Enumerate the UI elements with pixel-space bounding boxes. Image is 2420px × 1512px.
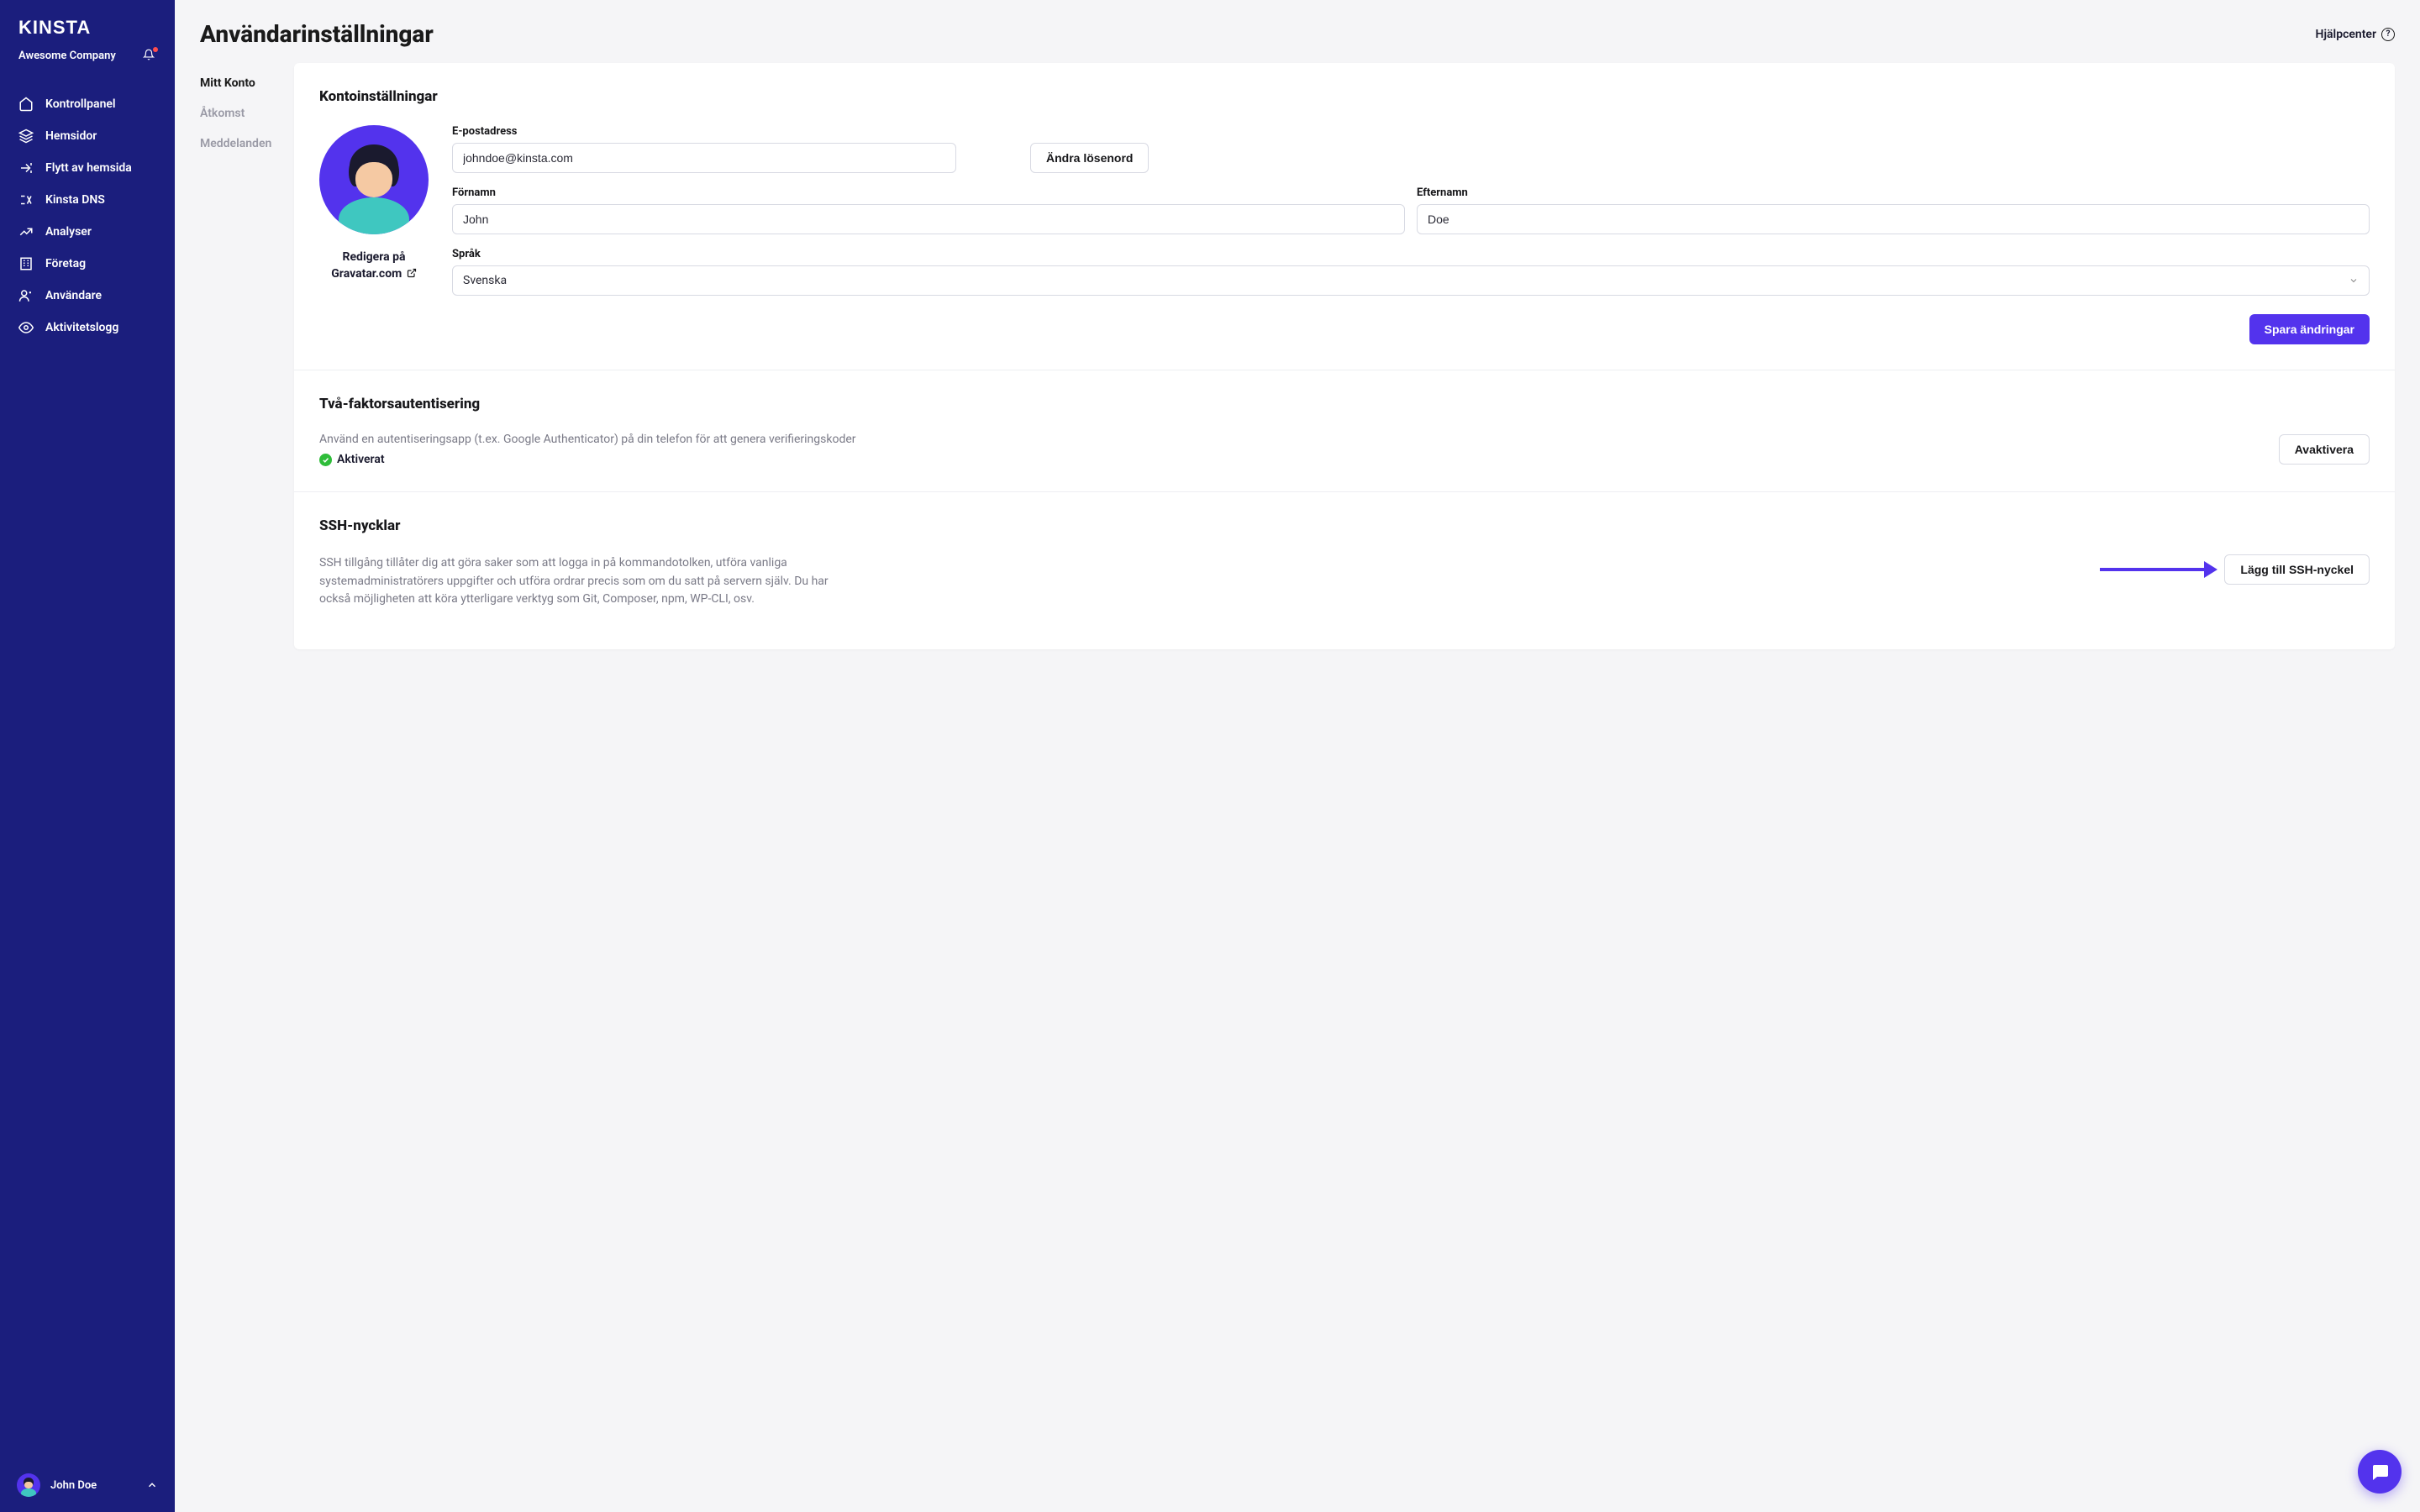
account-section: Kontoinställningar Redigera på	[294, 63, 2395, 370]
chevron-up-icon	[146, 1479, 158, 1491]
sidebar-item-label: Kontrollpanel	[45, 97, 116, 111]
brand-text: KINSTA	[18, 17, 91, 39]
notification-dot-icon	[153, 47, 158, 52]
account-section-title: Kontoinställningar	[319, 88, 2370, 105]
sidebar-nav: Kontrollpanel Hemsidor Flytt av hemsida …	[0, 89, 175, 343]
users-icon	[18, 288, 34, 303]
footer-username: John Doe	[50, 1479, 136, 1492]
subnav-atkomst[interactable]: Åtkomst	[200, 98, 294, 129]
sidebar-item-label: Aktivitetslogg	[45, 321, 118, 334]
lastname-input[interactable]	[1417, 204, 2370, 234]
sidebar-item-flytt[interactable]: Flytt av hemsida	[0, 153, 175, 183]
sidebar-user-footer[interactable]: John Doe	[0, 1462, 175, 1512]
helpcenter-label: Hjälpcenter	[2316, 28, 2376, 41]
lastname-label: Efternamn	[1417, 186, 2370, 199]
analytics-icon	[18, 224, 34, 239]
gravatar-line2: Gravatar.com	[331, 267, 402, 281]
company-name: Awesome Company	[18, 50, 116, 62]
twofa-section-title: Två-faktorsautentisering	[319, 396, 2370, 412]
topbar: Användarinställningar Hjälpcenter ?	[175, 0, 2420, 63]
page-title: Användarinställningar	[200, 20, 434, 48]
ssh-section-title: SSH-nycklar	[319, 517, 2370, 534]
user-avatar-large	[319, 125, 429, 234]
home-icon	[18, 97, 34, 112]
subnav-mitt-konto[interactable]: Mitt Konto	[200, 68, 294, 98]
sidebar-item-dns[interactable]: Kinsta DNS	[0, 185, 175, 215]
sidebar-item-label: Analyser	[45, 225, 92, 239]
main-content: Användarinställningar Hjälpcenter ? Mitt…	[175, 0, 2420, 1512]
migrate-icon	[18, 160, 34, 176]
help-icon: ?	[2381, 28, 2395, 41]
ssh-section: SSH-nycklar SSH tillgång tillåter dig at…	[294, 491, 2395, 649]
email-input[interactable]	[452, 143, 956, 173]
sidebar-item-aktivitetslogg[interactable]: Aktivitetslogg	[0, 312, 175, 343]
brand-logo[interactable]: KINSTA	[18, 17, 156, 39]
deactivate-2fa-button[interactable]: Avaktivera	[2279, 434, 2370, 465]
sidebar-item-foretag[interactable]: Företag	[0, 249, 175, 279]
sidebar-item-kontrollpanel[interactable]: Kontrollpanel	[0, 89, 175, 119]
twofa-status-label: Aktiverat	[337, 453, 385, 466]
layers-icon	[18, 129, 34, 144]
sidebar-item-label: Användare	[45, 289, 102, 302]
helpcenter-link[interactable]: Hjälpcenter ?	[2316, 28, 2395, 41]
company-icon	[18, 256, 34, 271]
change-password-button[interactable]: Ändra lösenord	[1030, 143, 1149, 173]
settings-panel: Kontoinställningar Redigera på	[294, 63, 2395, 649]
chevron-down-icon	[2349, 276, 2359, 286]
sidebar: KINSTA Awesome Company Kontrollpanel Hem…	[0, 0, 175, 1512]
sidebar-item-label: Hemsidor	[45, 129, 97, 143]
dns-icon	[18, 192, 34, 207]
firstname-label: Förnamn	[452, 186, 1405, 199]
notifications-bell[interactable]	[143, 49, 156, 62]
eye-icon	[18, 320, 34, 335]
sidebar-item-hemsidor[interactable]: Hemsidor	[0, 121, 175, 151]
user-avatar-small	[17, 1473, 40, 1497]
external-link-icon	[407, 267, 417, 277]
add-ssh-key-button[interactable]: Lägg till SSH-nyckel	[2224, 554, 2370, 585]
twofa-status: Aktiverat	[319, 453, 2262, 466]
email-label: E-postadress	[452, 125, 956, 138]
sidebar-item-label: Kinsta DNS	[45, 193, 105, 207]
sidebar-item-label: Flytt av hemsida	[45, 161, 132, 175]
sidebar-item-anvandare[interactable]: Användare	[0, 281, 175, 311]
gravatar-link[interactable]: Redigera på Gravatar.com	[319, 249, 429, 282]
sidebar-item-analyser[interactable]: Analyser	[0, 217, 175, 247]
language-value: Svenska	[463, 274, 507, 287]
subnav-meddelanden[interactable]: Meddelanden	[200, 129, 294, 159]
firstname-input[interactable]	[452, 204, 1405, 234]
arrow-annotation-icon	[2100, 563, 2217, 576]
twofa-section: Två-faktorsautentisering Använd en auten…	[294, 370, 2395, 491]
chat-icon	[2370, 1462, 2390, 1482]
ssh-description: SSH tillgång tillåter dig att göra saker…	[319, 554, 840, 609]
chat-fab[interactable]	[2358, 1450, 2402, 1494]
subnav: Mitt Konto Åtkomst Meddelanden	[200, 63, 294, 159]
language-label: Språk	[452, 248, 2370, 260]
twofa-description: Använd en autentiseringsapp (t.ex. Googl…	[319, 433, 2262, 446]
save-button[interactable]: Spara ändringar	[2249, 314, 2370, 344]
sidebar-item-label: Företag	[45, 257, 86, 270]
language-select[interactable]: Svenska	[452, 265, 2370, 296]
check-circle-icon	[319, 454, 332, 466]
gravatar-line1: Redigera på	[343, 250, 406, 264]
